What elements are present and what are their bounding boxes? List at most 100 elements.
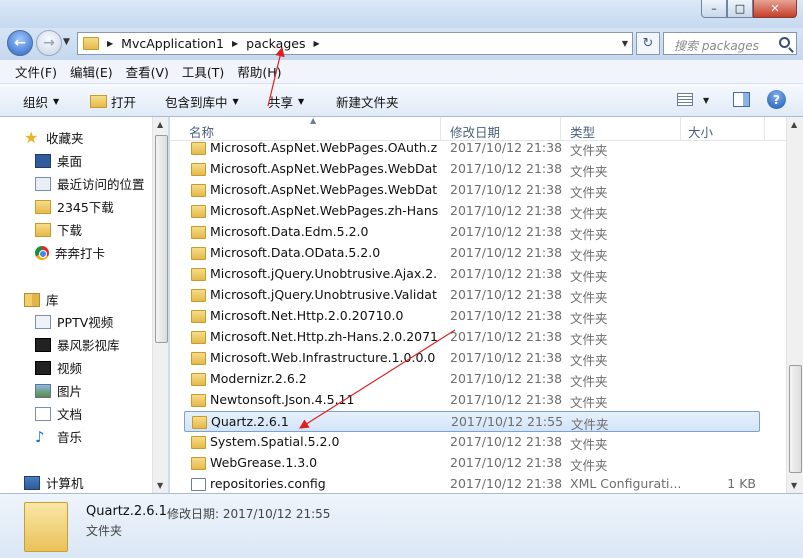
file-name: Microsoft.jQuery.Unobtrusive.Validati... <box>210 287 438 302</box>
file-row-selected[interactable]: Quartz.2.6.1 2017/10/12 21:55 文件夹 <box>184 411 760 432</box>
file-type: 文件夹 <box>570 290 608 305</box>
desktop-icon <box>35 153 51 168</box>
minimize-button[interactable]: – <box>701 0 727 18</box>
details-name: Quartz.2.6.1 <box>86 504 167 519</box>
file-row[interactable]: WebGrease.1.3.0 2017/10/12 21:38 文件夹 <box>184 453 760 474</box>
include-in-library-button[interactable]: 包含到库中 ▼ <box>165 92 239 111</box>
folder-icon <box>191 436 206 449</box>
preview-pane-icon[interactable] <box>733 92 750 107</box>
refresh-button[interactable]: ↻ <box>636 32 660 55</box>
file-row[interactable]: Microsoft.AspNet.WebPages.WebDat... 2017/… <box>184 180 760 201</box>
address-dropdown-icon[interactable]: ▼ <box>622 39 628 48</box>
sidebar-item-desktop[interactable]: 桌面 <box>35 151 82 170</box>
organize-button[interactable]: 组织 ▼ <box>23 92 59 111</box>
sidebar-item-libraries[interactable]: 库 <box>24 290 59 309</box>
file-name: Quartz.2.6.1 <box>211 414 289 429</box>
details-pane: Quartz.2.6.1 修改日期: 2017/10/12 21:55 文件夹 <box>0 493 803 558</box>
address-bar[interactable]: ▶ MvcApplication1 ▶ packages ▶ ▼ <box>77 32 633 55</box>
file-date: 2017/10/12 21:38 <box>450 308 563 323</box>
help-icon[interactable]: ? <box>767 90 786 109</box>
file-date: 2017/10/12 21:38 <box>450 266 563 281</box>
new-folder-label: 新建文件夹 <box>336 95 399 110</box>
file-row[interactable]: System.Spatial.5.2.0 2017/10/12 21:38 文件夹 <box>184 432 760 453</box>
file-row[interactable]: Microsoft.AspNet.WebPages.zh-Hans... 2017… <box>184 201 760 222</box>
file-type: 文件夹 <box>570 458 608 473</box>
sidebar-item-label: 奔奔打卡 <box>55 246 106 261</box>
file-row[interactable]: Microsoft.Data.Edm.5.2.0 2017/10/12 21:38… <box>184 222 760 243</box>
change-view-icon[interactable] <box>677 93 693 106</box>
file-type: 文件夹 <box>570 374 608 389</box>
file-type: 文件夹 <box>570 269 608 284</box>
file-row[interactable]: Microsoft.Data.OData.5.2.0 2017/10/12 21:… <box>184 243 760 264</box>
search-icon[interactable] <box>779 37 790 48</box>
chevron-down-icon[interactable]: ▼ <box>703 96 709 105</box>
sidebar-item-favorites[interactable]: ★ 收藏夹 <box>24 128 84 147</box>
file-row[interactable]: Microsoft.Net.Http.zh-Hans.2.0.20710.0 20… <box>184 327 760 348</box>
menu-edit[interactable]: 编辑(E) <box>70 62 113 81</box>
folder-icon <box>191 373 206 386</box>
sidebar-item-baofeng[interactable]: 暴风影视库 <box>35 335 120 354</box>
sidebar-item-benben[interactable]: 奔奔打卡 <box>35 243 105 262</box>
file-size: 1 KB <box>727 476 756 491</box>
new-folder-button[interactable]: 新建文件夹 <box>336 92 399 111</box>
folder-icon <box>191 457 206 470</box>
forward-button[interactable]: → <box>36 30 62 56</box>
navigation-scrollbar[interactable]: ▲ ▼ <box>152 117 168 493</box>
sidebar-item-music[interactable]: ♪ 音乐 <box>35 427 82 446</box>
file-row[interactable]: Microsoft.jQuery.Unobtrusive.Validati...… <box>184 285 760 306</box>
search-input[interactable]: 搜索 packages <box>663 32 797 55</box>
folder-icon <box>35 199 51 214</box>
file-row[interactable]: Microsoft.Web.Infrastructure.1.0.0.0 2017… <box>184 348 760 369</box>
file-name: Microsoft.Net.Http.2.0.20710.0 <box>210 308 404 323</box>
sidebar-item-pptv[interactable]: PPTV视频 <box>35 312 113 331</box>
scroll-up-icon[interactable]: ▲ <box>157 120 163 129</box>
sidebar-item-label: 暴风影视库 <box>57 338 120 353</box>
file-name: Microsoft.jQuery.Unobtrusive.Ajax.2.0... <box>210 266 438 281</box>
sidebar-item-documents[interactable]: 文档 <box>35 404 82 423</box>
chevron-right-icon[interactable]: ▶ <box>107 39 113 48</box>
scroll-up-icon[interactable]: ▲ <box>791 120 797 129</box>
file-type: 文件夹 <box>570 206 608 221</box>
sidebar-item-videos[interactable]: 视频 <box>35 358 82 377</box>
file-row[interactable]: Microsoft.Net.Http.2.0.20710.0 2017/10/12… <box>184 306 760 327</box>
file-row[interactable]: Microsoft.AspNet.WebPages.OAuth.z... 2017… <box>184 138 760 159</box>
sidebar-item-pictures[interactable]: 图片 <box>35 381 82 400</box>
sidebar-item-2345-downloads[interactable]: 2345下载 <box>35 197 114 216</box>
file-date: 2017/10/12 21:38 <box>450 329 563 344</box>
scroll-down-icon[interactable]: ▼ <box>791 481 797 490</box>
file-row[interactable]: Newtonsoft.Json.4.5.11 2017/10/12 21:38 文件… <box>184 390 760 411</box>
maximize-button[interactable]: □ <box>727 0 753 18</box>
chevron-right-icon[interactable]: ▶ <box>313 39 319 48</box>
file-row[interactable]: Microsoft.AspNet.WebPages.WebDat... 2017/… <box>184 159 760 180</box>
menu-tools[interactable]: 工具(T) <box>182 62 224 81</box>
chevron-right-icon[interactable]: ▶ <box>232 39 238 48</box>
menu-file[interactable]: 文件(F) <box>15 62 57 81</box>
sidebar-item-recent-places[interactable]: 最近访问的位置 <box>35 174 145 193</box>
breadcrumb-packages[interactable]: packages <box>246 36 305 51</box>
sort-ascending-icon: ▲ <box>310 117 317 125</box>
back-button[interactable]: ← <box>7 30 33 56</box>
chevron-down-icon: ▼ <box>53 97 60 106</box>
scrollbar-thumb[interactable] <box>789 365 802 473</box>
scrollbar-thumb[interactable] <box>155 135 168 343</box>
file-row[interactable]: repositories.config 2017/10/12 21:38 XML C… <box>184 474 760 493</box>
close-button[interactable]: ✕ <box>753 0 797 18</box>
sidebar-item-label: 图片 <box>57 384 83 399</box>
sidebar-item-downloads[interactable]: 下载 <box>35 220 82 239</box>
open-button[interactable]: 打开 <box>90 92 136 111</box>
file-row[interactable]: Modernizr.2.6.2 2017/10/12 21:38 文件夹 <box>184 369 760 390</box>
sidebar-item-computer[interactable]: 计算机 <box>24 473 84 492</box>
file-list-scrollbar[interactable]: ▲ ▼ <box>786 117 803 493</box>
scroll-down-icon[interactable]: ▼ <box>157 481 163 490</box>
folder-icon <box>191 331 206 344</box>
share-button[interactable]: 共享 ▼ <box>268 92 304 111</box>
column-divider[interactable] <box>764 117 765 141</box>
file-date: 2017/10/12 21:38 <box>450 182 563 197</box>
menu-view[interactable]: 查看(V) <box>126 62 169 81</box>
file-row[interactable]: Microsoft.jQuery.Unobtrusive.Ajax.2.0...… <box>184 264 760 285</box>
recent-pages-dropdown[interactable]: ▼ <box>63 37 70 47</box>
breadcrumb-mvcapplication1[interactable]: MvcApplication1 <box>121 36 224 51</box>
file-name: Microsoft.AspNet.WebPages.WebDat... <box>210 182 438 197</box>
menu-help[interactable]: 帮助(H) <box>237 62 281 81</box>
sidebar-item-label: 计算机 <box>46 476 84 491</box>
